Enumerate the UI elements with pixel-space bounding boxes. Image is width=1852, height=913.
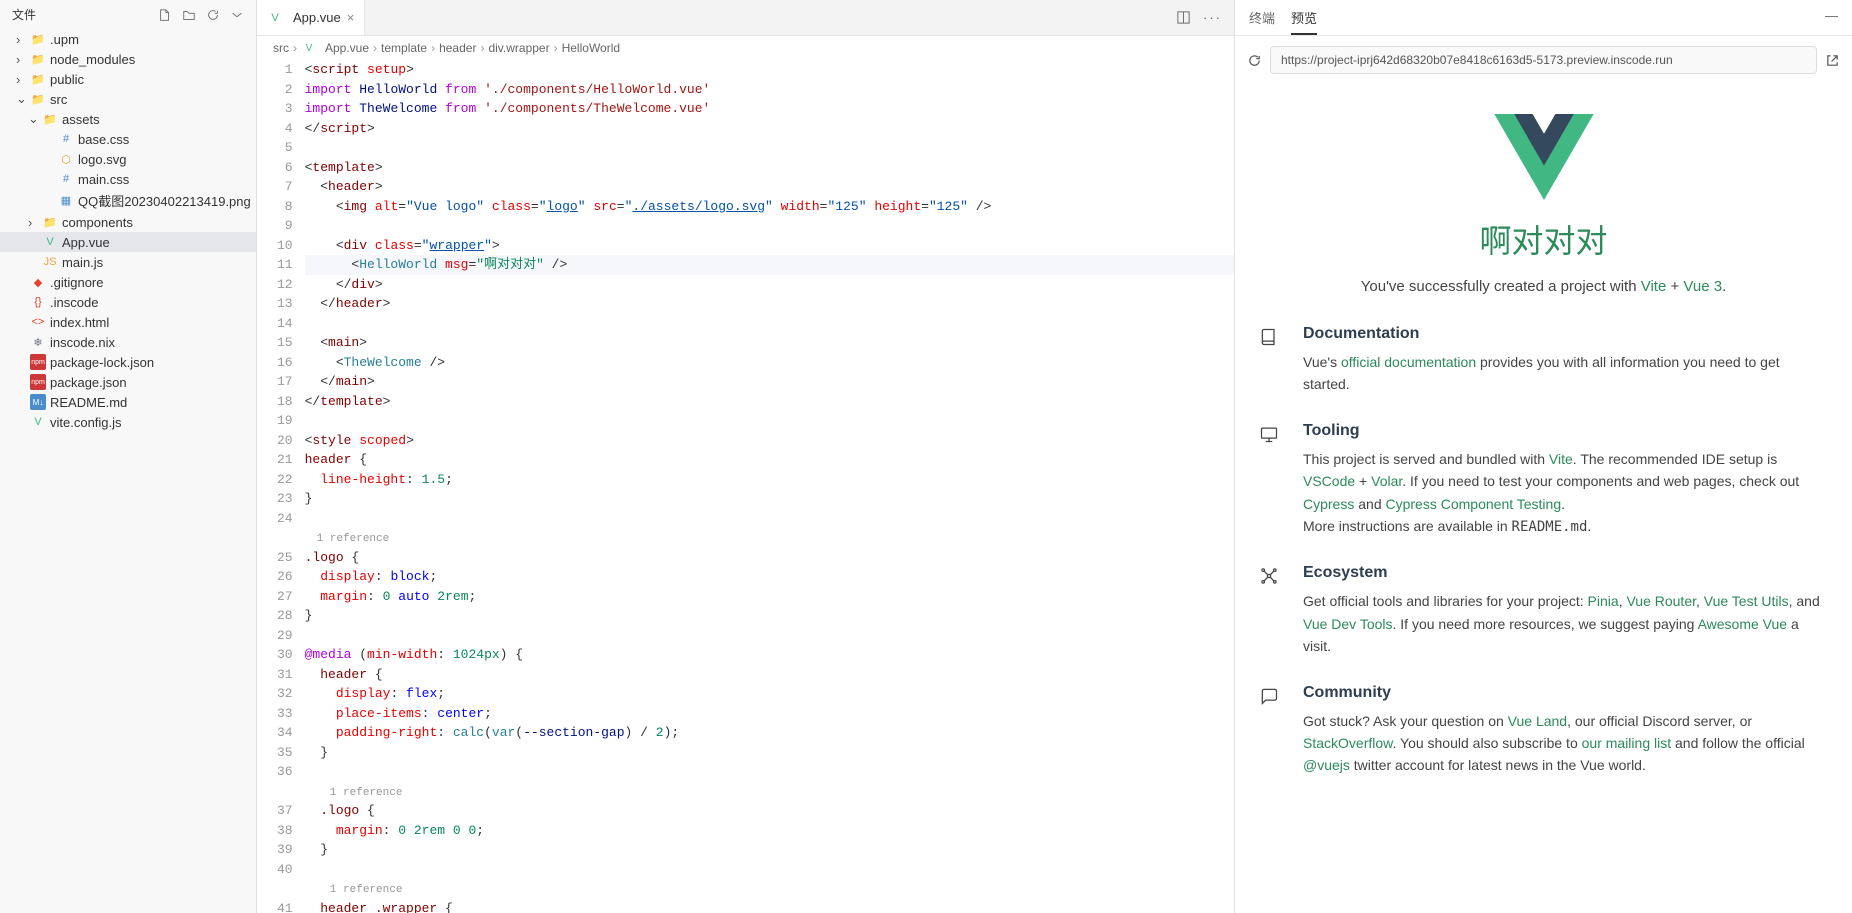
community-icon: [1259, 686, 1279, 706]
vue-icon: V: [267, 10, 283, 26]
breadcrumb[interactable]: src›VApp.vue›template›header›div.wrapper…: [257, 36, 1234, 60]
tree-item[interactable]: ›📁.upm: [0, 29, 256, 49]
tree-item[interactable]: VApp.vue: [0, 232, 256, 252]
tree-item[interactable]: ›📁components: [0, 212, 256, 232]
ecosystem-icon: [1259, 566, 1279, 586]
book-icon: [1259, 327, 1279, 347]
editor-tabs: V App.vue × ···: [257, 0, 1234, 36]
preview-content: 啊对对对 You've successfully created a proje…: [1235, 84, 1852, 913]
tree-item[interactable]: ▦QQ截图20230402213419.png: [0, 189, 256, 212]
refresh-icon[interactable]: [206, 8, 220, 22]
split-editor-icon[interactable]: [1176, 10, 1191, 25]
tree-item[interactable]: ⬡logo.svg: [0, 149, 256, 169]
tree-item[interactable]: {}.inscode: [0, 292, 256, 312]
sidebar-title: 文件: [12, 6, 36, 23]
tab-app-vue[interactable]: V App.vue ×: [257, 0, 365, 35]
link-vite[interactable]: Vite: [1641, 278, 1667, 295]
tab-label: App.vue: [293, 10, 341, 25]
open-external-icon[interactable]: [1825, 53, 1840, 68]
tree-item[interactable]: npmpackage-lock.json: [0, 352, 256, 372]
section-title-community: Community: [1303, 684, 1828, 702]
tree-item[interactable]: <>index.html: [0, 312, 256, 332]
tab-preview[interactable]: 预览: [1291, 8, 1317, 35]
collapse-icon[interactable]: [230, 8, 244, 22]
page-heading: 啊对对对: [1259, 216, 1828, 262]
tooling-icon: [1259, 424, 1279, 444]
tree-item[interactable]: ›📁public: [0, 69, 256, 89]
section-title-doc: Documentation: [1303, 325, 1828, 343]
tree-item[interactable]: ›📁node_modules: [0, 49, 256, 69]
tree-item[interactable]: #main.css: [0, 169, 256, 189]
tree-item[interactable]: #base.css: [0, 129, 256, 149]
tree-item[interactable]: ⌄📁assets: [0, 109, 256, 129]
link-vue3[interactable]: Vue 3: [1683, 278, 1722, 295]
close-icon[interactable]: ×: [347, 10, 355, 25]
section-title-tooling: Tooling: [1303, 422, 1828, 440]
vue-logo-icon: [1494, 114, 1594, 200]
tree-item[interactable]: ❄inscode.nix: [0, 332, 256, 352]
minimize-icon[interactable]: —: [1825, 8, 1838, 35]
subtitle: You've successfully created a project wi…: [1259, 278, 1828, 295]
editor-area: V App.vue × ··· src›VApp.vue›template›he…: [257, 0, 1234, 913]
new-folder-icon[interactable]: [182, 8, 196, 22]
tree-item[interactable]: npmpackage.json: [0, 372, 256, 392]
tree-item[interactable]: M↓README.md: [0, 392, 256, 412]
tree-item[interactable]: ◆.gitignore: [0, 272, 256, 292]
preview-pane: 终端 预览 — 啊对对对 You've successfully created…: [1234, 0, 1852, 913]
tab-terminal[interactable]: 终端: [1249, 8, 1275, 35]
more-icon[interactable]: ···: [1203, 10, 1222, 25]
tree-item[interactable]: JSmain.js: [0, 252, 256, 272]
file-explorer: 文件 ›📁.upm›📁node_modules›📁public⌄📁src⌄📁as…: [0, 0, 257, 913]
tree-item[interactable]: Vvite.config.js: [0, 412, 256, 432]
link-official-docs[interactable]: official documentation: [1341, 354, 1476, 370]
preview-url-input[interactable]: [1270, 46, 1817, 74]
reload-icon[interactable]: [1247, 53, 1262, 68]
new-file-icon[interactable]: [158, 8, 172, 22]
tree-item[interactable]: ⌄📁src: [0, 89, 256, 109]
code-editor[interactable]: 1234567891011121314151617181920212223242…: [257, 60, 1234, 913]
section-title-ecosystem: Ecosystem: [1303, 564, 1828, 582]
